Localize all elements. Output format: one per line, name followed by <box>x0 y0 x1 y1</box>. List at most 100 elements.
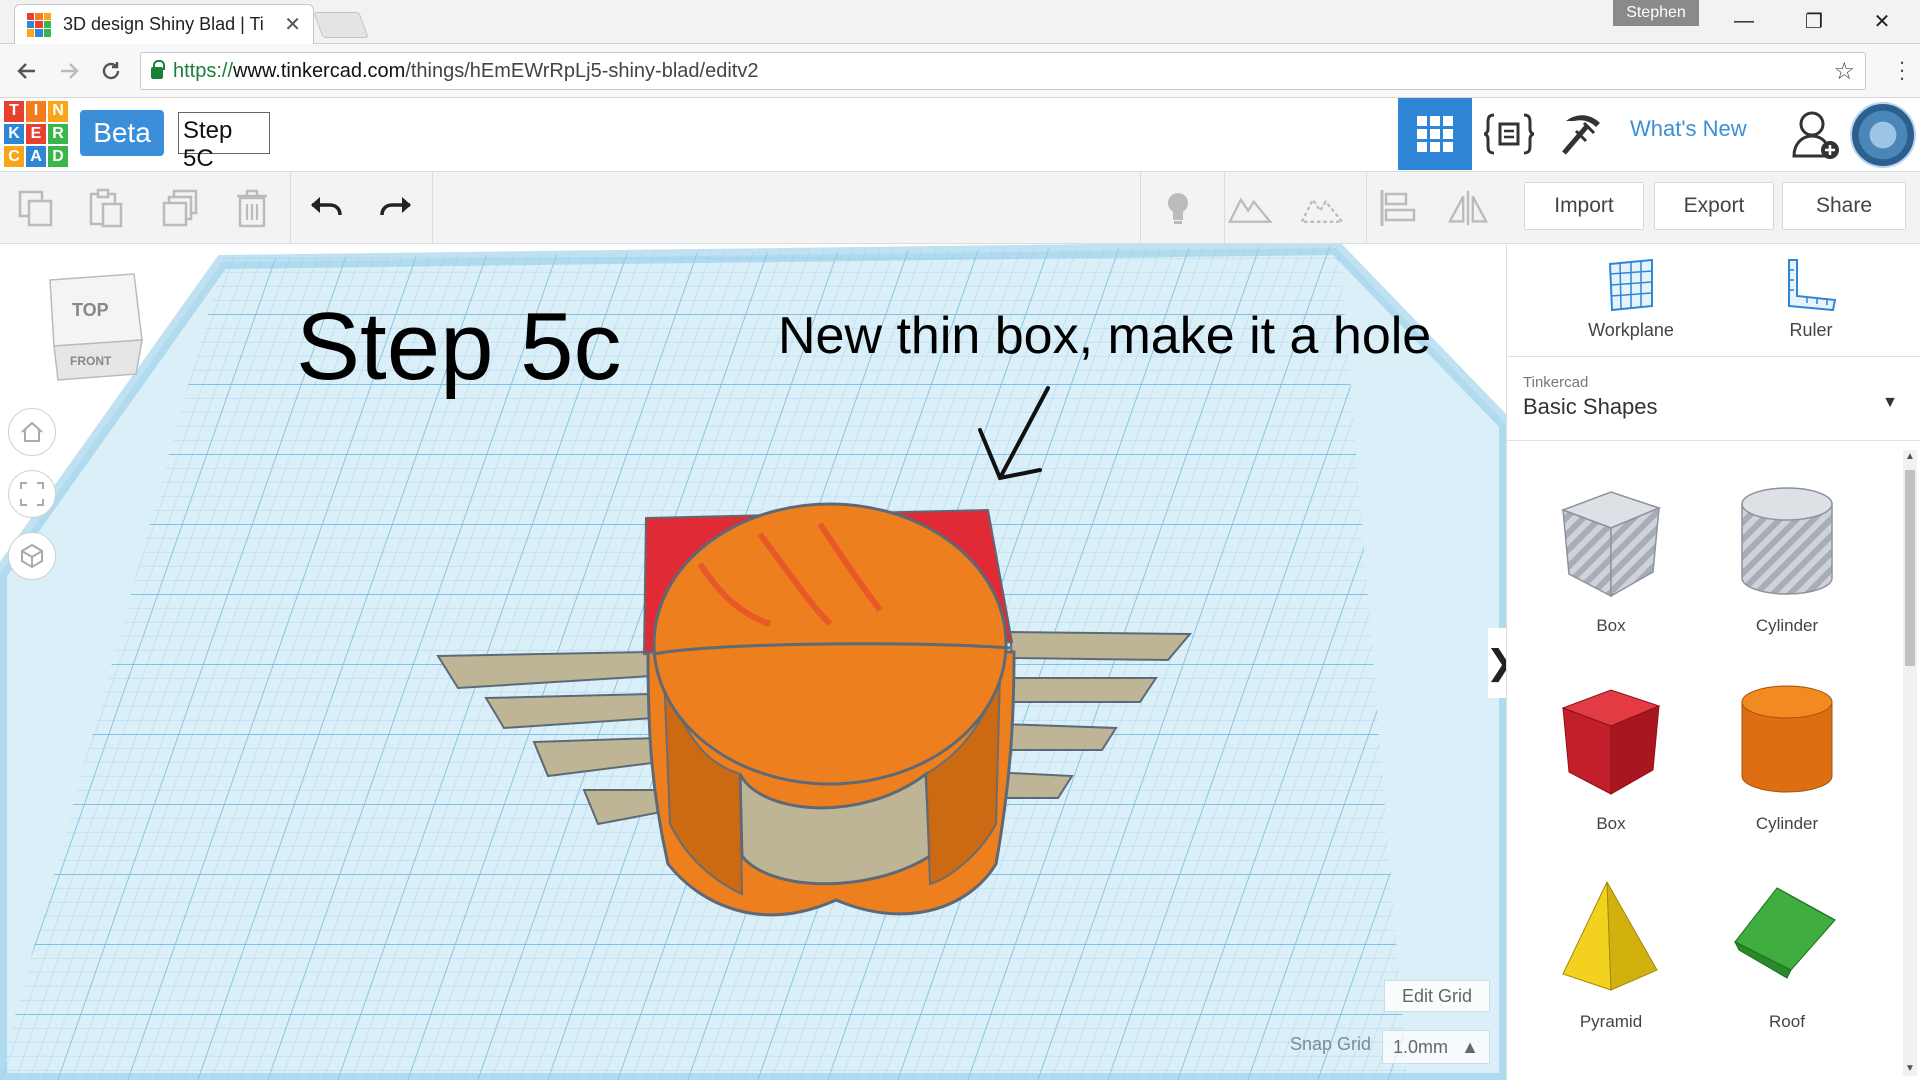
shapes-panel: Workplane Ruler Tinkercad Basic Shapes ▼… <box>1506 244 1920 1080</box>
show-all-icon[interactable] <box>1228 186 1272 230</box>
box-solid-icon <box>1561 689 1661 795</box>
panel-divider <box>1507 440 1920 441</box>
shape-label: Box <box>1596 814 1626 833</box>
undo-icon[interactable] <box>304 186 348 230</box>
share-button[interactable]: Share <box>1782 182 1906 230</box>
minecraft-button[interactable] <box>1546 98 1620 170</box>
minimize-window-button[interactable]: — <box>1724 6 1764 36</box>
workplane-label: Workplane <box>1588 320 1674 340</box>
codeblocks-button[interactable] <box>1472 98 1546 170</box>
viewcube-top-label: TOP <box>72 300 109 320</box>
user-avatar[interactable] <box>1850 102 1916 168</box>
grid-view-icon <box>1417 116 1453 152</box>
url-field[interactable]: https://www.tinkercad.com/things/hEmEWrR… <box>140 52 1866 90</box>
align-icon[interactable] <box>1376 186 1420 230</box>
tinkercad-logo[interactable]: TIN KER CAD <box>4 101 68 167</box>
toolbar-divider <box>1224 172 1225 244</box>
orange-cylinder[interactable] <box>646 502 1016 917</box>
shape-pyramid[interactable]: Pyramid <box>1531 874 1691 1054</box>
workplane-tool[interactable]: Workplane <box>1561 258 1701 358</box>
scroll-up-arrow-icon[interactable]: ▲ <box>1903 450 1917 464</box>
back-arrow-icon[interactable] <box>12 56 42 86</box>
codeblocks-icon <box>1483 113 1535 155</box>
browser-tab[interactable]: 3D design Shiny Blad | Ti ✕ <box>14 4 314 44</box>
ruler-tool[interactable]: Ruler <box>1741 258 1881 358</box>
tinkercad-favicon-icon <box>27 12 51 37</box>
view-3d-grid-button[interactable] <box>1398 98 1472 170</box>
new-tab-button[interactable] <box>313 12 369 38</box>
shape-roof[interactable]: Roof <box>1707 874 1867 1054</box>
notes-lightbulb-icon[interactable] <box>1156 186 1200 230</box>
fit-view-button[interactable] <box>8 470 56 518</box>
paste-icon[interactable] <box>84 186 128 230</box>
logo-letter: E <box>26 123 46 145</box>
shape-box-hole[interactable]: Box <box>1531 478 1691 658</box>
scrollbar-thumb[interactable] <box>1905 470 1915 666</box>
redo-icon[interactable] <box>374 186 418 230</box>
pickaxe-icon <box>1562 115 1600 155</box>
toolbar-divider <box>290 172 291 244</box>
beta-badge[interactable]: Beta <box>80 110 164 156</box>
shape-cylinder-hole[interactable]: Cylinder <box>1707 478 1867 658</box>
add-user-button[interactable] <box>1790 108 1842 162</box>
home-icon <box>21 421 43 442</box>
restore-window-button[interactable]: ❐ <box>1794 6 1834 36</box>
snap-grid-select[interactable]: 1.0mm ▲ <box>1382 1030 1490 1064</box>
logo-letter: D <box>48 146 68 167</box>
add-user-icon <box>1792 111 1839 159</box>
cube-perspective-icon <box>21 543 43 569</box>
pyramid-icon <box>1562 881 1658 991</box>
ruler-icon <box>1788 259 1837 312</box>
browser-menu-icon[interactable]: · · · <box>1892 51 1912 89</box>
home-view-button[interactable] <box>8 408 56 456</box>
toolbar-divider <box>1140 172 1141 244</box>
scroll-down-arrow-icon[interactable]: ▼ <box>1903 1062 1917 1076</box>
fit-all-icon <box>20 482 44 506</box>
panel-divider <box>1507 356 1920 357</box>
close-window-button[interactable]: ✕ <box>1862 6 1902 36</box>
logo-letter: I <box>26 101 46 122</box>
ruler-label: Ruler <box>1789 320 1833 340</box>
cylinder-solid-icon <box>1741 685 1833 793</box>
whats-new-link[interactable]: What's New <box>1630 116 1747 142</box>
snap-up-caret-icon: ▲ <box>1461 1036 1479 1057</box>
workplane-icon <box>1608 258 1653 312</box>
shape-label: Cylinder <box>1755 616 1819 635</box>
secure-lock-icon <box>151 60 165 79</box>
shape-box[interactable]: Box <box>1531 676 1691 856</box>
panel-collapse-toggle[interactable]: ❯ <box>1486 628 1506 698</box>
shapes-scrollbar[interactable]: ▲ ▼ <box>1903 450 1917 1076</box>
address-bar-row: https://www.tinkercad.com/things/hEmEWrR… <box>0 44 1920 98</box>
logo-letter: N <box>48 101 68 122</box>
tab-close-icon[interactable]: ✕ <box>284 12 301 37</box>
dropdown-caret-icon[interactable]: ▼ <box>1882 394 1898 412</box>
step-title: Step 5c <box>296 293 622 400</box>
hide-icon[interactable] <box>1300 186 1344 230</box>
shape-cylinder[interactable]: Cylinder <box>1707 676 1867 856</box>
trash-icon[interactable] <box>230 186 274 230</box>
profile-badge[interactable]: Stephen <box>1613 0 1699 26</box>
shape-label: Pyramid <box>1579 1012 1643 1031</box>
mirror-icon[interactable] <box>1446 186 1490 230</box>
bookmark-star-icon[interactable]: ☆ <box>1833 57 1855 86</box>
view-cube[interactable]: TOP FRONT <box>44 270 148 386</box>
export-button[interactable]: Export <box>1654 182 1774 230</box>
shape-label: Box <box>1596 616 1626 635</box>
perspective-toggle-button[interactable] <box>8 532 56 580</box>
reload-icon[interactable] <box>96 56 126 86</box>
toolbar-divider <box>432 172 433 244</box>
forward-arrow-icon[interactable] <box>54 56 84 86</box>
shape-label: Cylinder <box>1755 814 1819 833</box>
design-name-input[interactable]: Step 5C <box>178 112 270 172</box>
3d-viewport[interactable]: Step 5c New thin box, make it a hole TOP… <box>0 244 1506 1080</box>
edit-grid-button[interactable]: Edit Grid <box>1384 980 1490 1012</box>
roof-icon <box>1733 887 1836 979</box>
library-source-label: Tinkercad <box>1523 374 1589 391</box>
workplane-scene[interactable] <box>0 244 1506 1080</box>
logo-letter: A <box>26 146 46 167</box>
import-button[interactable]: Import <box>1524 182 1644 230</box>
duplicate-icon[interactable] <box>158 186 202 230</box>
library-dropdown[interactable]: Basic Shapes <box>1523 394 1658 420</box>
cylinder-hole-icon <box>1741 487 1833 595</box>
copy-icon[interactable] <box>14 186 58 230</box>
